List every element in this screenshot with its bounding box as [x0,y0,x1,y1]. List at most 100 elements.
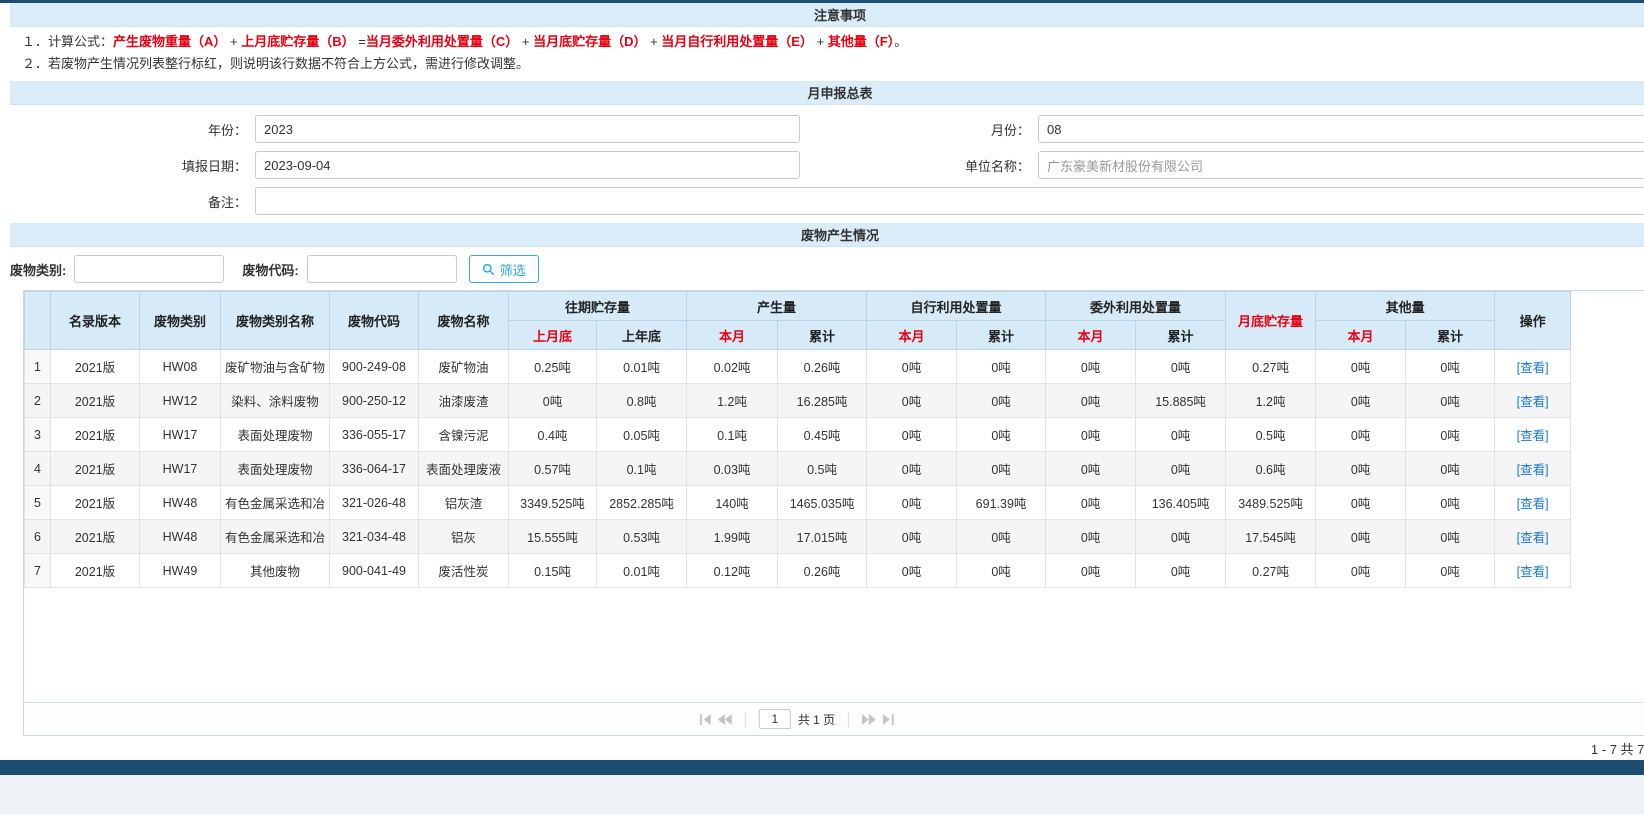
table-cell: 0吨 [1316,486,1406,520]
view-link[interactable]: [查看] [1517,565,1549,579]
table-cell: 0.5吨 [1226,418,1316,452]
table-row: 32021版HW17表面处理废物336-055-17含镍污泥0.4吨0.05吨0… [25,418,1571,452]
table-cell: 0.01吨 [597,350,687,384]
table-cell: 0吨 [1406,350,1495,384]
view-link[interactable]: [查看] [1517,497,1549,511]
table-cell: 691.39吨 [957,486,1046,520]
last-page-icon[interactable] [883,714,894,725]
pager-bar: 共 1 页 [24,702,1644,735]
table-cell: 0吨 [1316,520,1406,554]
table-cell: HW08 [140,350,221,384]
table-cell: 0吨 [867,452,957,486]
view-link[interactable]: [查看] [1517,429,1549,443]
table-cell: 0吨 [1406,486,1495,520]
col-generation-cumulative: 累计 [778,321,867,350]
col-waste-category-name: 废物类别名称 [221,292,330,350]
view-link[interactable]: [查看] [1517,361,1549,375]
table-cell: 0吨 [957,384,1046,418]
table-cell: 0吨 [1316,418,1406,452]
table-cell: 15.885吨 [1136,384,1226,418]
summary-title: 月申报总表 [807,83,872,102]
table-cell: 染料、涂料废物 [221,384,330,418]
table-cell: 336-055-17 [330,418,419,452]
table-cell: 2021版 [51,554,140,588]
waste-code-filter-input[interactable] [307,255,457,283]
col-group-prev-storage: 往期贮存量 [509,292,687,321]
fill-date-label: 填报日期： [10,156,255,175]
table-cell: 900-041-49 [330,554,419,588]
col-prev-month-end: 上月底 [509,321,597,350]
table-cell: 含镍污泥 [419,418,509,452]
grid-empty-area [24,588,1644,702]
table-cell: 0.45吨 [778,418,867,452]
table-cell: 1.99吨 [687,520,778,554]
col-group-self-disposal: 自行利用处置量 [867,292,1046,321]
table-cell: 0吨 [1316,452,1406,486]
table-cell: 900-250-12 [330,384,419,418]
table-cell: 0吨 [1406,554,1495,588]
table-row: 62021版HW48有色金属采选和冶321-034-48铝灰15.555吨0.5… [25,520,1571,554]
table-cell: 0吨 [1136,520,1226,554]
next-page-icon[interactable] [862,714,876,725]
table-cell: 0.12吨 [687,554,778,588]
table-cell: 2021版 [51,350,140,384]
table-cell: 0吨 [1046,452,1136,486]
table-cell: 废矿物油与含矿物 [221,350,330,384]
table-row: 42021版HW17表面处理废物336-064-17表面处理废液0.57吨0.1… [25,452,1571,486]
table-cell: 3489.525吨 [1226,486,1316,520]
remark-input[interactable] [255,187,1644,215]
view-link[interactable]: [查看] [1517,395,1549,409]
table-cell: 0吨 [1046,418,1136,452]
first-page-icon[interactable] [700,714,711,725]
main-panel: 注意事项 １．计算公式：产生废物重量（A） + 上月底贮存量（B） =当月委外利… [10,3,1644,760]
col-action: 操作 [1495,292,1571,350]
pager-divider [848,711,849,727]
table-cell: 0吨 [957,418,1046,452]
view-link[interactable]: [查看] [1517,531,1549,545]
table-cell: 0吨 [957,554,1046,588]
col-self-current-month: 本月 [867,321,957,350]
table-cell: 2021版 [51,452,140,486]
table-cell: HW49 [140,554,221,588]
table-cell: 0吨 [867,384,957,418]
formula-part: １．计算公式： [22,34,113,49]
filter-button[interactable]: 筛选 [469,255,539,283]
fill-date-input[interactable] [255,151,800,179]
table-cell: 0吨 [867,350,957,384]
row-number-cell: 4 [25,452,51,486]
table-cell: 0吨 [1046,350,1136,384]
month-input[interactable] [1038,115,1644,143]
waste-category-filter-input[interactable] [74,255,224,283]
formula-part: + [518,34,533,49]
page-number-input[interactable] [759,709,791,729]
table-cell: 0.27吨 [1226,350,1316,384]
table-cell: 0吨 [509,384,597,418]
bottom-divider-bar [0,760,1644,775]
col-prev-year-end: 上年底 [597,321,687,350]
table-cell: 0.26吨 [778,554,867,588]
waste-table: 名录版本 废物类别 废物类别名称 废物代码 废物名称 往期贮存量 产生量 自行利… [24,291,1571,588]
col-outsourced-cumulative: 累计 [1136,321,1226,350]
unit-name-label: 单位名称： [800,156,1038,175]
table-cell: 16.285吨 [778,384,867,418]
table-row: 12021版HW08废矿物油与含矿物900-249-08废矿物油0.25吨0.0… [25,350,1571,384]
table-cell: 140吨 [687,486,778,520]
previous-page-icon[interactable] [718,714,732,725]
table-cell: 0.53吨 [597,520,687,554]
table-cell: 321-026-48 [330,486,419,520]
action-cell: [查看] [1495,520,1571,554]
table-cell: 0.27吨 [1226,554,1316,588]
table-cell: 0吨 [1136,452,1226,486]
table-cell: HW17 [140,418,221,452]
action-cell: [查看] [1495,350,1571,384]
year-input[interactable] [255,115,800,143]
row-number-cell: 3 [25,418,51,452]
action-cell: [查看] [1495,554,1571,588]
table-cell: 铝灰渣 [419,486,509,520]
summary-form: 年份： 月份： 填报日期： 单位名称： 备注： [10,105,1644,223]
notice-title: 注意事项 [814,5,866,24]
unit-name-input[interactable] [1038,151,1644,179]
table-cell: 其他废物 [221,554,330,588]
view-link[interactable]: [查看] [1517,463,1549,477]
table-row: 72021版HW49其他废物900-041-49废活性炭0.15吨0.01吨0.… [25,554,1571,588]
